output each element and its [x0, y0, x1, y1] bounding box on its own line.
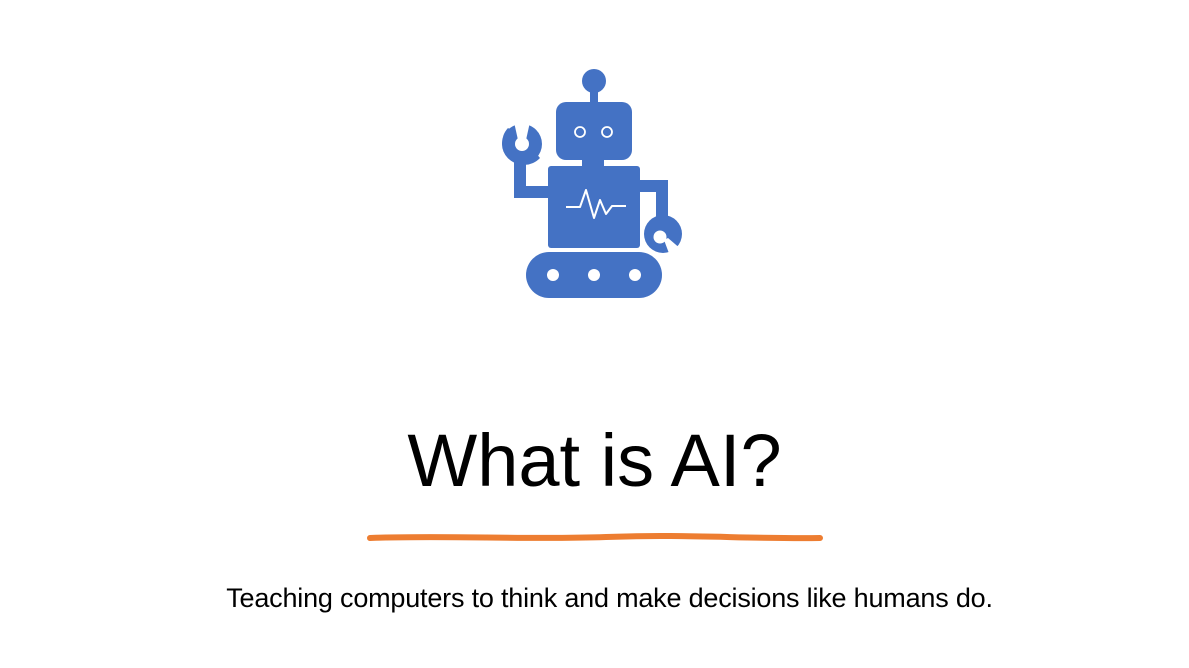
slide: What is AI? Teaching computers to think … — [0, 0, 1189, 668]
slide-title: What is AI? — [407, 419, 782, 502]
robot-icon — [502, 69, 682, 298]
title-underline — [367, 533, 823, 542]
slide-subtitle: Teaching computers to think and make dec… — [226, 583, 993, 613]
